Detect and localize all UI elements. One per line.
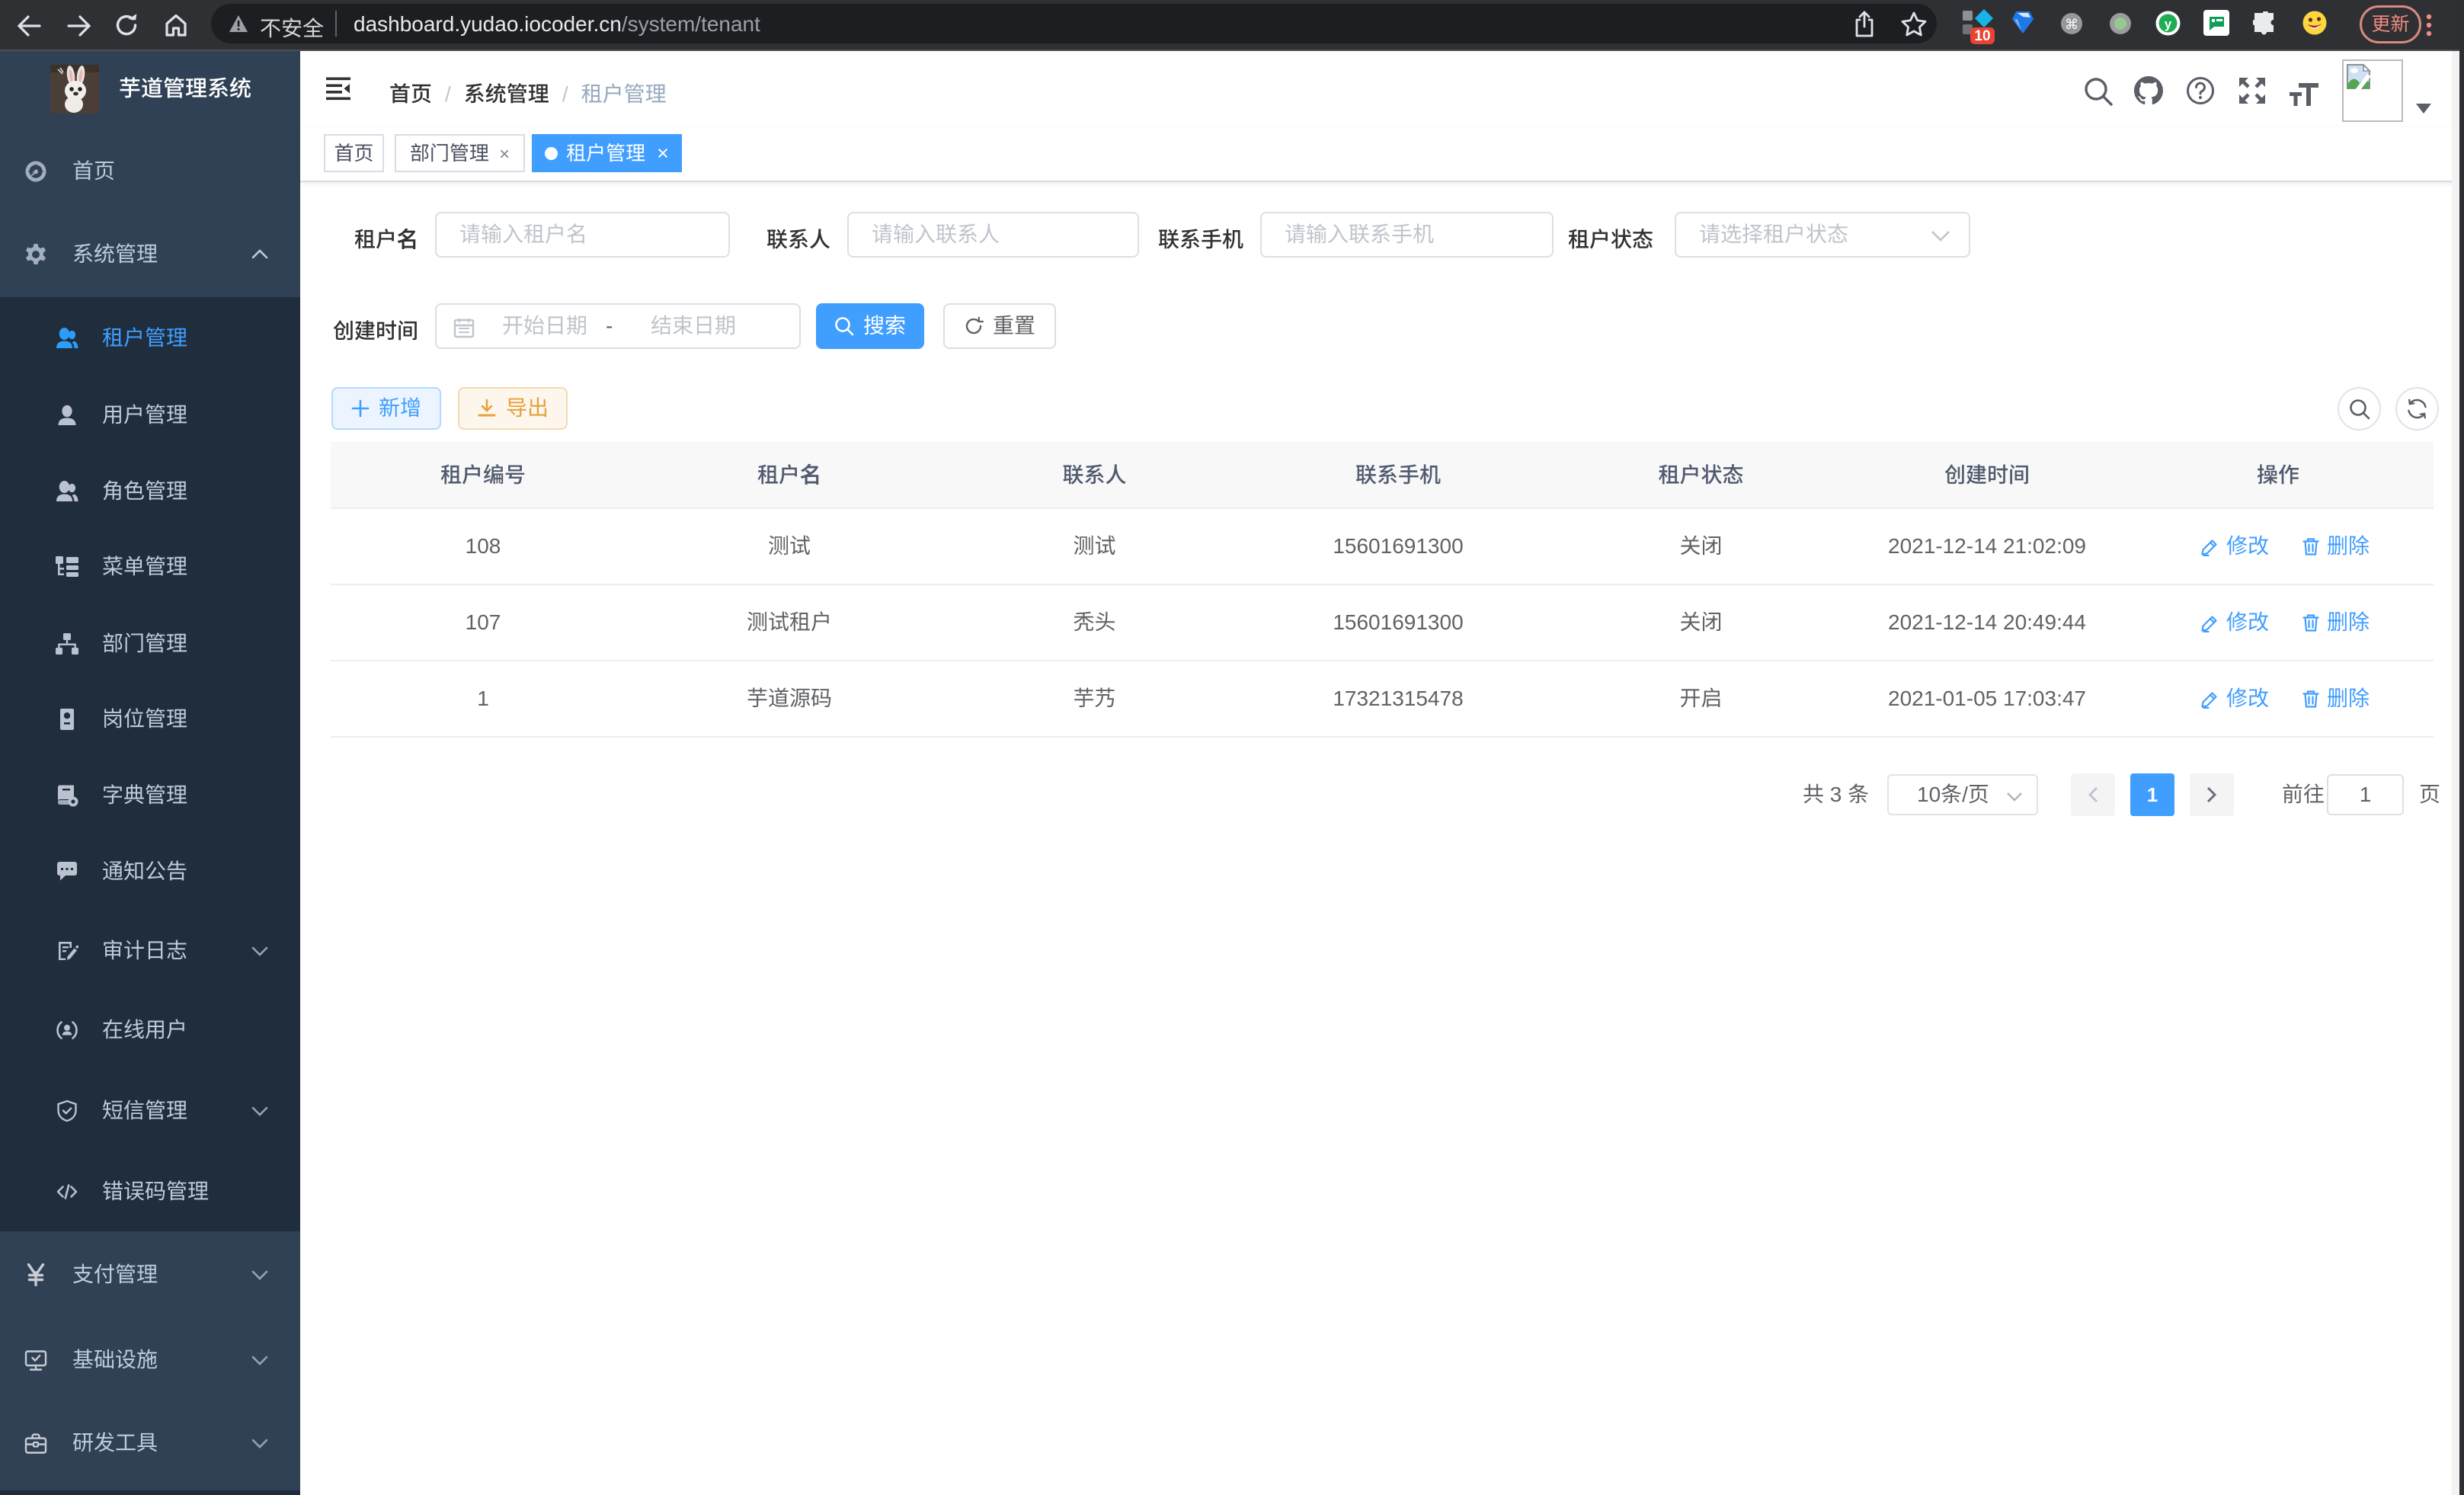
svg-text:y: y <box>2165 17 2172 31</box>
svg-text:⌘: ⌘ <box>2065 17 2078 32</box>
svg-text:10: 10 <box>1974 28 1990 44</box>
